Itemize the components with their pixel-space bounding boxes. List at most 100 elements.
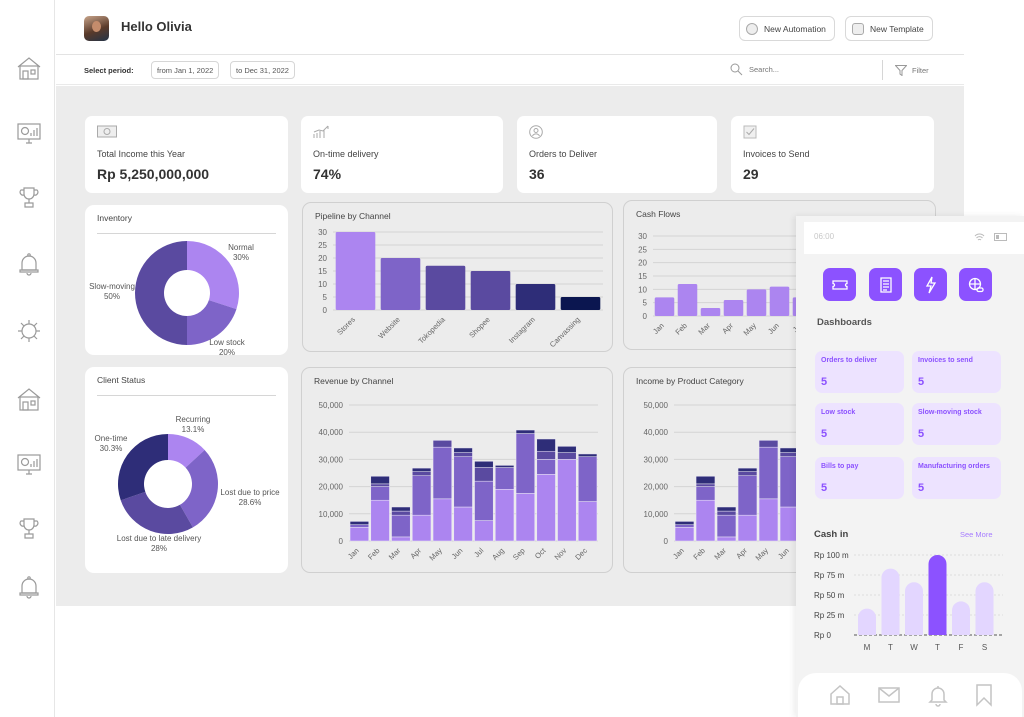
- period-label: Select period:: [84, 66, 134, 75]
- sidebar-item-home-2[interactable]: [14, 384, 44, 414]
- y-tick-label: Rp 100 m: [814, 551, 849, 560]
- bar-segment: [557, 446, 577, 453]
- bar-segment: [578, 501, 598, 542]
- y-tick-label: 50,000: [644, 401, 669, 410]
- bar-segment: [758, 440, 779, 448]
- donut-slice: [135, 241, 187, 345]
- kpi-value: 29: [743, 166, 759, 182]
- x-tick-label: Jun: [450, 546, 465, 561]
- tile-value: 5: [821, 428, 828, 440]
- sidebar-item-analytics[interactable]: [14, 118, 44, 148]
- bar-segment: [412, 467, 432, 472]
- kpi-label: Orders to Deliver: [529, 149, 598, 159]
- filter-button[interactable]: Filter: [882, 60, 929, 80]
- sidebar-item-notifications-2[interactable]: [14, 572, 44, 602]
- slice-value: 28%: [151, 544, 167, 553]
- sidebar-item-achievements[interactable]: [14, 183, 44, 213]
- bar-segment: [370, 476, 390, 485]
- y-tick-label: Rp 75 m: [814, 571, 845, 580]
- sidebar-item-settings[interactable]: [14, 316, 44, 346]
- x-tick-label: F: [959, 643, 964, 652]
- tile-low-stock[interactable]: Low stock 5: [815, 403, 904, 445]
- bar-segment: [695, 486, 716, 501]
- quick-action-global[interactable]: [959, 268, 992, 301]
- y-tick-label: Rp 50 m: [814, 591, 845, 600]
- tile-invoices-to-send[interactable]: Invoices to send 5: [912, 351, 1001, 393]
- sidebar-item-achievements-2[interactable]: [14, 514, 44, 544]
- nav-bookmarks[interactable]: [972, 683, 996, 707]
- bar: [425, 265, 466, 310]
- sidebar-item-analytics-2[interactable]: [14, 449, 44, 479]
- nav-mail[interactable]: [877, 683, 901, 707]
- kpi-orders-to-deliver[interactable]: Orders to Deliver 36: [517, 116, 717, 193]
- y-tick-label: 20,000: [319, 483, 344, 492]
- y-tick-label: 0: [323, 306, 328, 315]
- filter-bar: Select period: from Jan 1, 2022 to Dec 3…: [56, 56, 964, 85]
- greeting: Hello Olivia: [121, 19, 192, 34]
- bar-segment: [674, 521, 695, 525]
- quick-action-documents[interactable]: [869, 268, 902, 301]
- x-tick-label: Apr: [734, 546, 749, 561]
- tile-slow-moving-stock[interactable]: Slow-moving stock 5: [912, 403, 1001, 445]
- bar-segment: [695, 476, 716, 485]
- bar-segment: [391, 514, 411, 538]
- tile-bills-to-pay[interactable]: Bills to pay 5: [815, 457, 904, 499]
- y-tick-label: 20: [318, 254, 327, 263]
- bar-segment: [370, 483, 390, 487]
- kpi-value: Rp 5,250,000,000: [97, 166, 210, 182]
- kpi-on-time-delivery[interactable]: On-time delivery 74%: [301, 116, 503, 193]
- kpi-total-income[interactable]: Total Income this Year Rp 5,250,000,000: [85, 116, 288, 193]
- tile-orders-to-deliver[interactable]: Orders to deliver 5: [815, 351, 904, 393]
- new-template-button[interactable]: New Template: [845, 16, 933, 41]
- lightning-icon: [925, 276, 936, 293]
- avatar[interactable]: [84, 16, 109, 41]
- donut-slice: [120, 491, 193, 534]
- bar: [952, 601, 970, 635]
- date-from-field[interactable]: from Jan 1, 2022: [151, 61, 220, 79]
- bar-segment: [391, 536, 411, 542]
- sidebar-item-home[interactable]: [14, 53, 44, 83]
- x-tick-label: Apr: [720, 321, 735, 336]
- sidebar-item-notifications[interactable]: [14, 249, 44, 279]
- kpi-invoices-to-send[interactable]: Invoices to Send 29: [731, 116, 934, 193]
- new-template-label: New Template: [870, 23, 924, 34]
- bar-segment: [515, 433, 535, 494]
- bar-segment: [716, 536, 737, 542]
- bar-segment: [515, 493, 535, 542]
- kpi-label: Invoices to Send: [743, 149, 810, 159]
- nav-notifications[interactable]: [926, 683, 950, 707]
- bar: [470, 271, 511, 310]
- x-tick-label: May: [427, 546, 444, 563]
- kpi-label: Total Income this Year: [97, 149, 186, 159]
- x-tick-label: Jul: [472, 546, 485, 559]
- search-placeholder: Search...: [749, 65, 780, 74]
- bar-segment: [453, 506, 473, 542]
- sidebar: [0, 0, 55, 717]
- x-tick-label: W: [910, 643, 918, 652]
- y-tick-label: 10,000: [644, 510, 669, 519]
- banknote-icon: [97, 125, 117, 138]
- x-tick-label: Sep: [511, 546, 527, 562]
- y-tick-label: 10: [318, 280, 327, 289]
- y-tick-label: 20,000: [644, 483, 669, 492]
- bar-segment: [453, 447, 473, 453]
- slice-label: Low stock: [209, 338, 246, 347]
- inventory-card: Inventory Normal 30% Low stock 20% Slow-movi…: [85, 205, 288, 355]
- bar-segment: [674, 524, 695, 528]
- tile-manufacturing-orders[interactable]: Manufacturing orders 5: [912, 457, 1001, 499]
- bell-icon: [928, 686, 948, 707]
- revenue-stacked-bar-chart: 0 10,000 20,000 30,000 40,000 50,000 Jan Feb Mar…: [319, 401, 598, 563]
- filter-icon: [895, 64, 907, 76]
- search-input[interactable]: Search...: [730, 63, 779, 76]
- quick-action-power[interactable]: [914, 268, 947, 301]
- see-more-link[interactable]: See More: [960, 530, 993, 539]
- top-bar: Hello Olivia New Automation New Template: [56, 0, 964, 55]
- quick-action-tickets[interactable]: [823, 268, 856, 301]
- y-tick-label: 5: [643, 299, 648, 308]
- nav-home[interactable]: [828, 683, 852, 707]
- new-automation-button[interactable]: New Automation: [739, 16, 835, 41]
- bar: [654, 297, 675, 316]
- battery-icon: [994, 233, 1007, 241]
- status-time: 06:00: [814, 232, 835, 241]
- date-to-field[interactable]: to Dec 31, 2022: [230, 61, 295, 79]
